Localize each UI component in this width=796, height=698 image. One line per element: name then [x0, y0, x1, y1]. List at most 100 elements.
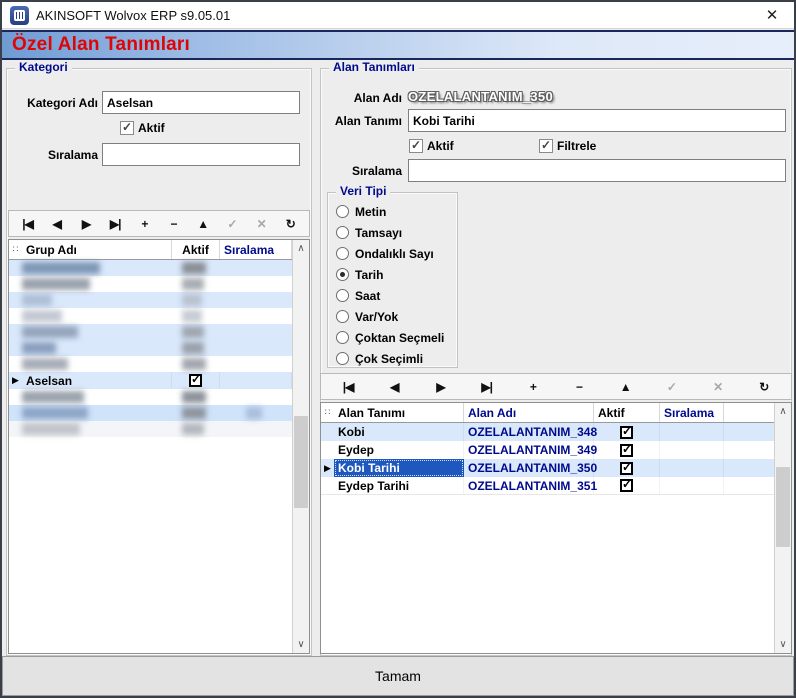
- alan-selected-row[interactable]: ▶ Kobi Tarihi OZELALANTANIM_350 ✓: [321, 459, 774, 477]
- table-row[interactable]: Kobi OZELALANTANIM_348 ✓: [321, 423, 774, 441]
- grid-checkbox-checked[interactable]: ✓: [620, 444, 633, 457]
- col-siralama[interactable]: Sıralama: [660, 403, 724, 422]
- alan-tanimi-input[interactable]: [408, 109, 786, 132]
- scroll-up-icon[interactable]: ∧: [775, 403, 791, 420]
- nav-delete-button[interactable]: −: [163, 212, 185, 236]
- table-row[interactable]: [9, 260, 292, 276]
- alan-group-label: Alan Tanımları: [329, 60, 419, 74]
- table-row[interactable]: [9, 421, 292, 437]
- alan-tanimi-cell[interactable]: Eydep Tarihi: [334, 477, 464, 494]
- filtrele-checkbox[interactable]: ✓ Filtrele: [539, 139, 596, 153]
- kategori-adi-input[interactable]: [102, 91, 300, 114]
- nav-first-button[interactable]: |◀: [17, 212, 39, 236]
- col-aktif[interactable]: Aktif: [594, 403, 660, 422]
- nav-prev-button[interactable]: ◀: [383, 375, 405, 399]
- nav-delete-button[interactable]: −: [568, 375, 590, 399]
- scroll-down-icon[interactable]: ∨: [775, 636, 791, 653]
- alan-adi-cell[interactable]: OZELALANTANIM_348: [464, 423, 594, 441]
- alan-tanimi-cell[interactable]: Kobi: [334, 423, 464, 441]
- close-icon[interactable]: ✕: [758, 6, 786, 24]
- alan-adi-cell[interactable]: OZELALANTANIM_349: [464, 441, 594, 459]
- alan-tanimi-cell-selected[interactable]: Kobi Tarihi: [334, 459, 464, 477]
- radio-saat[interactable]: Saat: [336, 285, 444, 306]
- check-icon: ✓: [622, 460, 632, 474]
- scroll-down-icon[interactable]: ∨: [293, 636, 309, 653]
- radio-metin[interactable]: Metin: [336, 201, 444, 222]
- radio-coktan-secmeli[interactable]: Çoktan Seçmeli: [336, 327, 444, 348]
- table-row[interactable]: [9, 292, 292, 308]
- table-row[interactable]: Eydep Tarihi OZELALANTANIM_351 ✓: [321, 477, 774, 495]
- table-row[interactable]: [9, 405, 292, 421]
- tamam-button[interactable]: Tamam: [2, 656, 794, 696]
- nav-insert-button[interactable]: +: [522, 375, 544, 399]
- kategori-grid-header: ∷ Grup Adı Aktif Sıralama: [9, 240, 292, 260]
- radio-tarih[interactable]: Tarih: [336, 264, 444, 285]
- aktif-cell[interactable]: ✓: [594, 477, 660, 494]
- table-row[interactable]: [9, 389, 292, 405]
- grid-checkbox-checked[interactable]: ✓: [620, 462, 633, 475]
- kategori-grid: ∷ Grup Adı Aktif Sıralama ▶ Aselsan ✓ ∧: [8, 239, 310, 654]
- nav-refresh-button[interactable]: ↻: [279, 212, 301, 236]
- alan-adi-cell[interactable]: OZELALANTANIM_350: [464, 459, 594, 477]
- nav-cancel-button[interactable]: ✕: [707, 375, 729, 399]
- grid-checkbox-checked[interactable]: ✓: [620, 479, 633, 492]
- nav-edit-button[interactable]: ▲: [192, 212, 214, 236]
- table-row[interactable]: [9, 356, 292, 372]
- nav-post-button[interactable]: ✓: [221, 212, 243, 236]
- alan-adi-label: Alan Adı: [302, 91, 402, 105]
- nav-post-button[interactable]: ✓: [660, 375, 682, 399]
- table-row[interactable]: [9, 324, 292, 340]
- nav-insert-button[interactable]: +: [133, 212, 155, 236]
- kategori-group-label: Kategori: [15, 60, 72, 74]
- nav-cancel-button[interactable]: ✕: [250, 212, 272, 236]
- radio-var-yok[interactable]: Var/Yok: [336, 306, 444, 327]
- siralama-cell[interactable]: [660, 459, 724, 477]
- aktif-cell[interactable]: ✓: [594, 459, 660, 477]
- table-row[interactable]: [9, 308, 292, 324]
- scroll-up-icon[interactable]: ∧: [293, 240, 309, 257]
- alan-tanimi-cell[interactable]: Eydep: [334, 441, 464, 459]
- nav-refresh-button[interactable]: ↻: [753, 375, 775, 399]
- table-row[interactable]: Eydep OZELALANTANIM_349 ✓: [321, 441, 774, 459]
- kategori-siralama-input[interactable]: [102, 143, 300, 166]
- alan-siralama-input[interactable]: [408, 159, 786, 182]
- grid-checkbox-checked[interactable]: ✓: [620, 426, 633, 439]
- kategori-aktif-checkbox[interactable]: ✓ Aktif: [120, 121, 165, 135]
- siralama-cell[interactable]: [660, 477, 724, 494]
- col-grup-adi[interactable]: Grup Adı: [22, 240, 172, 259]
- aktif-cell[interactable]: ✓: [172, 372, 220, 389]
- col-siralama[interactable]: Sıralama: [220, 240, 292, 259]
- scrollbar-thumb[interactable]: [294, 416, 308, 508]
- nav-next-button[interactable]: ▶: [429, 375, 451, 399]
- alan-adi-cell[interactable]: OZELALANTANIM_351: [464, 477, 594, 494]
- kategori-selected-row[interactable]: ▶ Aselsan ✓: [9, 372, 292, 389]
- kategori-grid-scrollbar[interactable]: ∧ ∨: [292, 240, 309, 653]
- aktif-cell[interactable]: ✓: [594, 441, 660, 459]
- aktif-cell[interactable]: ✓: [594, 423, 660, 441]
- radio-ondalikli-sayi[interactable]: Ondalıklı Sayı: [336, 243, 444, 264]
- scrollbar-thumb[interactable]: [776, 467, 790, 547]
- nav-prev-button[interactable]: ◀: [46, 212, 68, 236]
- grid-checkbox-checked[interactable]: ✓: [189, 374, 202, 387]
- nav-edit-button[interactable]: ▲: [614, 375, 636, 399]
- nav-next-button[interactable]: ▶: [75, 212, 97, 236]
- radio-icon: [336, 289, 349, 302]
- siralama-cell[interactable]: [660, 441, 724, 459]
- table-row[interactable]: [9, 276, 292, 292]
- col-alan-tanimi[interactable]: Alan Tanımı: [334, 403, 464, 422]
- col-alan-adi[interactable]: Alan Adı: [464, 403, 594, 422]
- nav-first-button[interactable]: |◀: [337, 375, 359, 399]
- radio-tamsayi[interactable]: Tamsayı: [336, 222, 444, 243]
- siralama-cell[interactable]: [220, 372, 292, 389]
- table-row[interactable]: [9, 340, 292, 356]
- alan-grid-scrollbar[interactable]: ∧ ∨: [774, 403, 791, 653]
- alan-aktif-checkbox[interactable]: ✓ Aktif: [409, 139, 454, 153]
- page-title: Özel Alan Tanımları: [2, 34, 190, 56]
- col-aktif[interactable]: Aktif: [172, 240, 220, 259]
- radio-cok-secimli[interactable]: Çok Seçimli: [336, 348, 444, 369]
- siralama-cell[interactable]: [660, 423, 724, 441]
- grup-adi-cell[interactable]: Aselsan: [22, 372, 172, 389]
- nav-last-button[interactable]: ▶|: [104, 212, 126, 236]
- nav-last-button[interactable]: ▶|: [476, 375, 498, 399]
- row-marker-icon: ▶: [324, 463, 331, 474]
